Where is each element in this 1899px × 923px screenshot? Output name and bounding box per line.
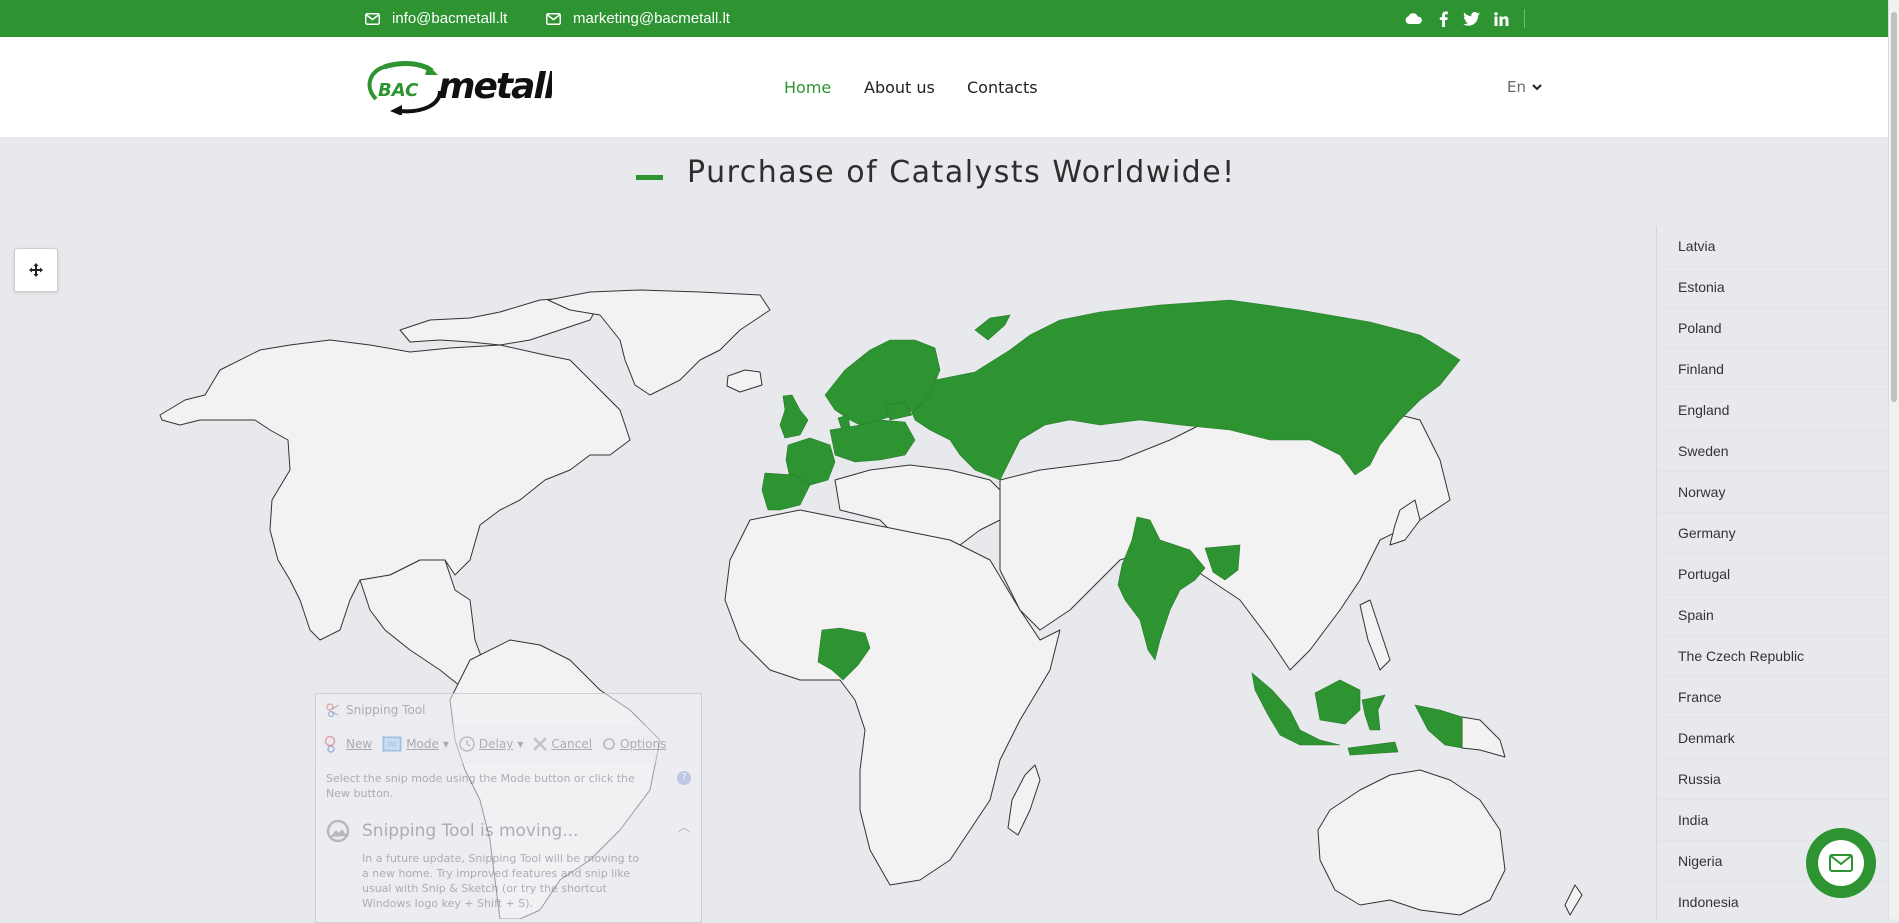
country-item[interactable]: Denmark: [1657, 718, 1888, 759]
logo-metall-text: metall: [438, 66, 552, 107]
snip-new-button[interactable]: New: [324, 735, 372, 753]
email-link-marketing[interactable]: marketing@bacmetall.lt: [546, 0, 730, 37]
facebook-icon[interactable]: [1438, 11, 1448, 27]
language-label: En: [1507, 78, 1526, 96]
map-novaya-zemlya: [974, 314, 1011, 341]
asia[interactable]: [999, 404, 1451, 671]
snip-notice-header: Snipping Tool is moving...: [316, 809, 701, 847]
map-sulawesi[interactable]: [1361, 694, 1386, 731]
language-selector[interactable]: En: [1507, 78, 1542, 96]
nav-contacts[interactable]: Contacts: [967, 78, 1038, 97]
snip-options-label: Options: [620, 737, 667, 751]
caret-down-icon: ▾: [517, 737, 524, 751]
logo-bac-text: BAC: [378, 80, 419, 101]
top-contact-bar: info@bacmetall.lt marketing@bacmetall.lt: [0, 0, 1888, 37]
scrollbar-thumb[interactable]: [1891, 12, 1897, 402]
twitter-icon[interactable]: [1462, 11, 1480, 26]
country-item[interactable]: Portugal: [1657, 554, 1888, 595]
country-item[interactable]: Latvia: [1657, 226, 1888, 267]
iceland: [726, 369, 763, 393]
new-zealand: [1564, 884, 1583, 916]
snip-new-label: New: [346, 737, 373, 751]
close-icon: [533, 737, 548, 751]
map-lesser-sunda: [1347, 741, 1399, 756]
snip-toolbar: New Mode ▾ Delay ▾ Cancel Options: [316, 725, 701, 763]
cloud-icon[interactable]: [1404, 13, 1422, 24]
topbar-divider: [1524, 9, 1525, 28]
site-header: BAC metall Home About us Contacts En: [0, 37, 1888, 137]
chevron-up-icon[interactable]: ︿: [678, 818, 690, 835]
envelope-icon: [546, 12, 561, 25]
caret-down-icon: ▾: [442, 737, 449, 751]
page-scrollbar[interactable]: [1888, 0, 1899, 919]
snip-cancel-label: Cancel: [551, 737, 593, 751]
snipping-tool-window[interactable]: Snipping Tool New Mode ▾ Delay ▾ Cancel …: [315, 693, 702, 923]
snip-delay-button[interactable]: Delay ▾: [459, 736, 523, 752]
email-text: info@bacmetall.lt: [392, 10, 508, 27]
site-logo[interactable]: BAC metall: [362, 61, 559, 116]
snip-cancel-button[interactable]: Cancel: [533, 737, 592, 751]
australia[interactable]: [1317, 769, 1506, 916]
world-map[interactable]: [0, 137, 1650, 919]
gear-icon: [603, 738, 616, 750]
snip-options-button[interactable]: Options: [602, 737, 666, 751]
snip-notice-title: Snipping Tool is moving...: [362, 821, 579, 841]
clock-icon: [459, 736, 475, 752]
snip-mode-label: Mode: [406, 737, 439, 751]
country-list: Latvia Estonia Poland Finland England Sw…: [1656, 226, 1888, 919]
map-uk-england[interactable]: [779, 394, 809, 439]
map-borneo[interactable]: [1314, 679, 1361, 725]
country-item[interactable]: Finland: [1657, 349, 1888, 390]
snip-sketch-icon: [326, 819, 350, 843]
chevron-down-icon: [1532, 83, 1542, 90]
scissors-icon: [324, 735, 336, 753]
madagascar: [1007, 764, 1041, 836]
snip-mode-button[interactable]: Mode ▾: [382, 736, 449, 752]
envelope-icon: [365, 12, 380, 25]
papua-new-guinea: [1461, 716, 1506, 758]
snip-hint-text: Select the snip mode using the Mode butt…: [326, 772, 635, 800]
country-item[interactable]: Spain: [1657, 595, 1888, 636]
country-item[interactable]: Germany: [1657, 513, 1888, 554]
email-link-info[interactable]: info@bacmetall.lt: [365, 0, 507, 37]
country-item[interactable]: Norway: [1657, 472, 1888, 513]
nav-about-us[interactable]: About us: [864, 78, 935, 97]
country-item[interactable]: Estonia: [1657, 267, 1888, 308]
social-links: [1404, 0, 1509, 37]
map-pan-control[interactable]: [14, 248, 58, 292]
map-west-papua[interactable]: [1414, 704, 1463, 749]
philippines: [1359, 599, 1391, 671]
snip-title: Snipping Tool: [346, 702, 426, 717]
move-arrows-icon: [29, 263, 43, 277]
country-item[interactable]: England: [1657, 390, 1888, 431]
nav-home[interactable]: Home: [784, 78, 831, 97]
help-icon[interactable]: ?: [677, 771, 691, 785]
email-text: marketing@bacmetall.lt: [573, 10, 730, 27]
snip-notice-body: In a future update, Snipping Tool will b…: [362, 852, 640, 910]
snip-delay-label: Delay: [478, 737, 514, 751]
scissors-icon: [326, 702, 340, 717]
chat-button-inner: [1818, 840, 1864, 886]
country-item[interactable]: Russia: [1657, 759, 1888, 800]
country-item[interactable]: Sweden: [1657, 431, 1888, 472]
country-item[interactable]: Poland: [1657, 308, 1888, 349]
country-item[interactable]: France: [1657, 677, 1888, 718]
contact-chat-button[interactable]: [1806, 828, 1876, 898]
linkedin-icon[interactable]: [1493, 11, 1509, 26]
snip-titlebar[interactable]: Snipping Tool: [316, 694, 701, 725]
rectangle-snip-icon: [382, 736, 402, 752]
envelope-icon: [1829, 854, 1853, 872]
country-item[interactable]: The Czech Republic: [1657, 636, 1888, 677]
